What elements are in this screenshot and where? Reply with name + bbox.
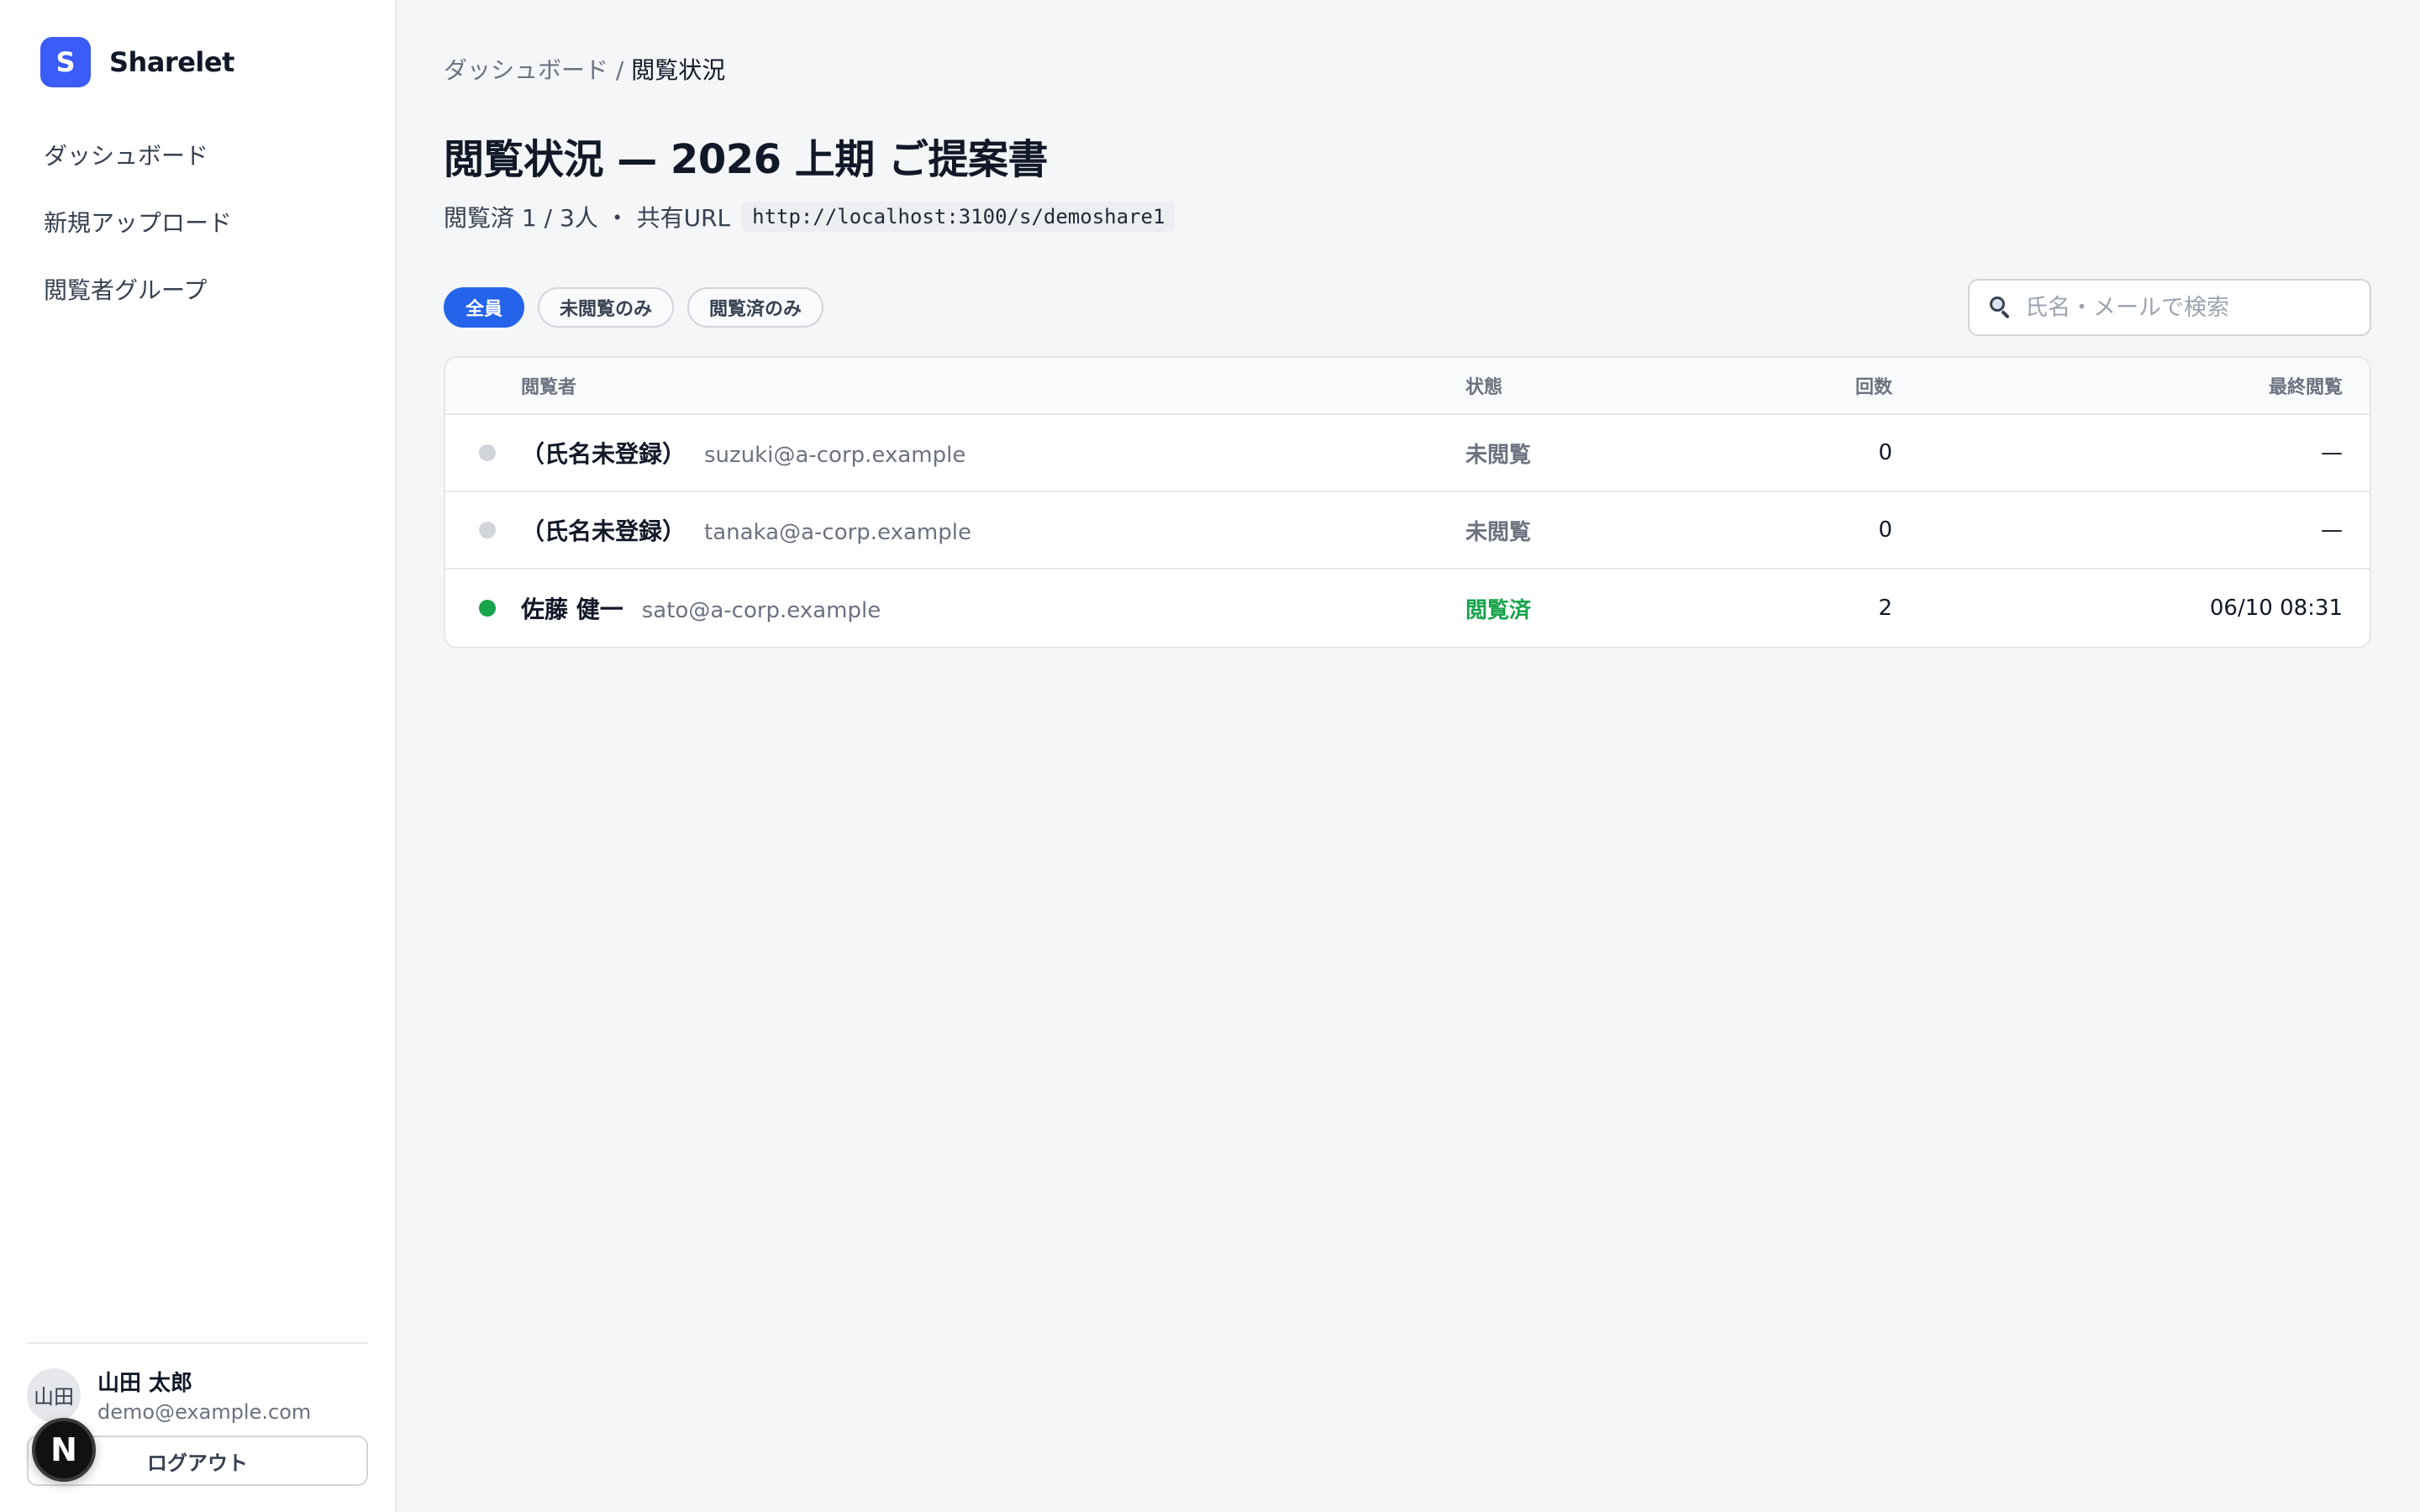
header-viewer[interactable]: 閲覧者 — [521, 372, 1465, 399]
header-status[interactable]: 状態 — [1465, 372, 1768, 399]
viewer-name: （氏名未登録） — [521, 440, 687, 468]
header-last-view[interactable]: 最終閲覧 — [1892, 372, 2370, 399]
brand-name: Sharelet — [109, 46, 234, 78]
avatar: 山田 — [27, 1368, 81, 1422]
search-icon — [1988, 295, 2013, 320]
sidebar: S Sharelet ダッシュボード 新規アップロード 閲覧者グループ 山田 山… — [0, 0, 397, 1512]
status-dot-icon — [479, 444, 496, 461]
user-name: 山田 太郎 — [97, 1371, 193, 1396]
sidebar-item-viewer-groups[interactable]: 閲覧者グループ — [27, 257, 368, 321]
header-count[interactable]: 回数 — [1768, 372, 1892, 399]
view-summary: 閲覧済 1 / 3人 ・ 共有URL — [444, 204, 731, 232]
search-box[interactable] — [1968, 279, 2371, 336]
status-dot-icon — [479, 522, 496, 538]
breadcrumb-parent[interactable]: ダッシュボード — [444, 56, 608, 84]
sidebar-nav: ダッシュボード 新規アップロード 閲覧者グループ — [27, 123, 368, 321]
filter-viewed[interactable]: 閲覧済のみ — [687, 287, 824, 328]
search-input[interactable] — [2025, 294, 2351, 321]
user-email: demo@example.com — [97, 1400, 312, 1424]
view-count: 0 — [1878, 440, 1892, 465]
viewer-table: 閲覧者 状態 回数 最終閲覧 （氏名未登録） suzuki@a-corp.exa… — [444, 356, 2371, 648]
page-title: 閲覧状況 — 2026 上期 ご提案書 — [444, 136, 1048, 183]
last-view: — — [2321, 517, 2343, 543]
status-dot-icon — [479, 600, 496, 617]
last-view: 06/10 08:31 — [2209, 596, 2343, 621]
brand-logo-icon: S — [40, 37, 91, 87]
share-url[interactable]: http://localhost:3100/s/demoshare1 — [742, 202, 1176, 232]
share-summary: 閲覧済 1 / 3人 ・ 共有URL http://localhost:3100… — [444, 200, 2371, 234]
sidebar-item-dashboard[interactable]: ダッシュボード — [27, 123, 368, 186]
viewer-name: （氏名未登録） — [521, 517, 687, 545]
table-row[interactable]: （氏名未登録） suzuki@a-corp.example 未閲覧 0 — — [445, 415, 2370, 492]
status-badge: 未閲覧 — [1465, 519, 1532, 545]
toolbar: 全員 未閲覧のみ 閲覧済のみ — [444, 279, 2371, 336]
breadcrumb-separator: / — [608, 56, 632, 84]
table-header: 閲覧者 状態 回数 最終閲覧 — [445, 358, 2370, 415]
table-row[interactable]: （氏名未登録） tanaka@a-corp.example 未閲覧 0 — — [445, 492, 2370, 570]
app-root: S Sharelet ダッシュボード 新規アップロード 閲覧者グループ 山田 山… — [0, 0, 2420, 1512]
last-view: — — [2321, 440, 2343, 465]
viewer-email: suzuki@a-corp.example — [704, 443, 966, 468]
status-badge: 未閲覧 — [1465, 442, 1532, 468]
main-content: ダッシュボード / 閲覧状況 閲覧状況 — 2026 上期 ご提案書 閲覧済 1… — [397, 0, 2420, 1512]
sidebar-item-new-upload[interactable]: 新規アップロード — [27, 190, 368, 254]
filter-not-viewed[interactable]: 未閲覧のみ — [538, 287, 675, 328]
viewer-email: sato@a-corp.example — [641, 598, 881, 623]
user-info: 山田 山田 太郎 demo@example.com — [27, 1366, 368, 1424]
view-count: 0 — [1878, 517, 1892, 543]
table-row[interactable]: 佐藤 健一 sato@a-corp.example 閲覧済 2 06/10 08… — [445, 570, 2370, 647]
brand[interactable]: S Sharelet — [27, 37, 368, 87]
viewer-name: 佐藤 健一 — [521, 596, 623, 623]
view-count: 2 — [1878, 596, 1892, 621]
breadcrumb: ダッシュボード / 閲覧状況 — [444, 52, 2371, 86]
dev-tools-badge-icon[interactable]: N — [32, 1418, 96, 1482]
filter-group: 全員 未閲覧のみ 閲覧済のみ — [444, 287, 824, 328]
breadcrumb-current: 閲覧状況 — [631, 56, 726, 84]
filter-all[interactable]: 全員 — [444, 287, 525, 328]
status-badge: 閲覧済 — [1465, 597, 1532, 623]
viewer-email: tanaka@a-corp.example — [704, 520, 971, 545]
